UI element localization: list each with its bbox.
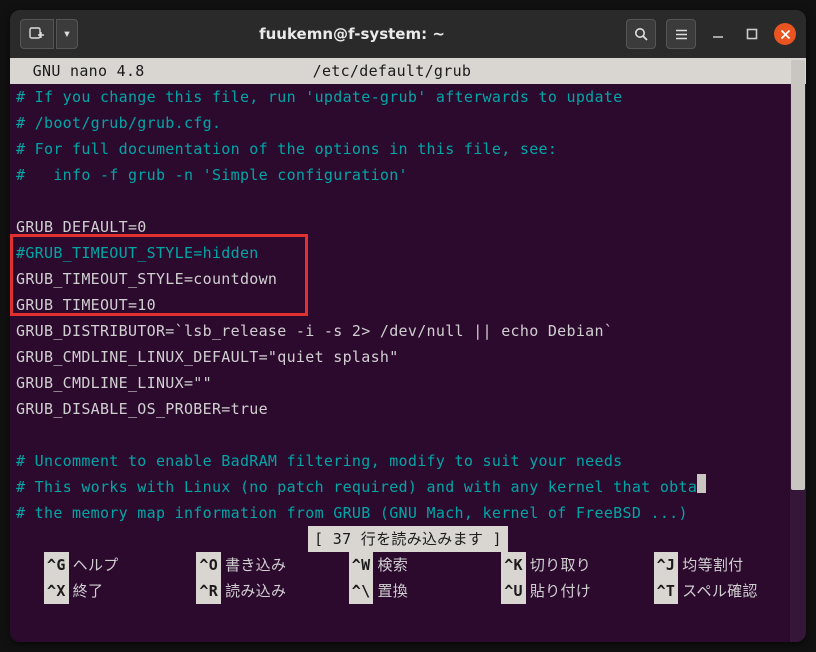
shortcut: ^\置換 xyxy=(349,578,495,604)
shortcut: ^O書き込み xyxy=(196,552,342,578)
shortcut: ^K切り取り xyxy=(501,552,647,578)
editor-line: # For full documentation of the options … xyxy=(16,136,800,162)
maximize-icon xyxy=(746,28,758,40)
hamburger-icon xyxy=(674,27,689,42)
maximize-button[interactable] xyxy=(740,22,764,46)
editor-line: GRUB_CMDLINE_LINUX_DEFAULT="quiet splash… xyxy=(16,344,800,370)
shortcut-label: ヘルプ xyxy=(73,552,119,578)
shortcut-key: ^G xyxy=(44,552,69,578)
editor-line: GRUB_TIMEOUT=10 xyxy=(16,292,800,318)
shortcut: ^R読み込み xyxy=(196,578,342,604)
truncation-indicator xyxy=(697,474,706,493)
shortcut-label: スペル確認 xyxy=(682,578,757,604)
shortcut: ^Tスペル確認 xyxy=(654,578,800,604)
shortcut-label: 書き込み xyxy=(225,552,286,578)
nano-message-row: [ 37 行を読み込みます ] xyxy=(16,526,800,552)
shortcut-key: ^X xyxy=(44,578,69,604)
shortcut: ^J均等割付 xyxy=(654,552,800,578)
nano-shortcuts: ^Gヘルプ^O書き込み^W検索^K切り取り^J均等割付^X終了^R読み込み^\置… xyxy=(16,552,800,606)
editor-line: # info -f grub -n 'Simple configuration' xyxy=(16,162,800,188)
scrollbar-thumb[interactable] xyxy=(791,60,805,490)
shortcut-key: ^O xyxy=(196,552,221,578)
editor-line xyxy=(16,422,800,448)
nano-version: GNU nano 4.8 xyxy=(14,62,145,80)
nano-message: [ 37 行を読み込みます ] xyxy=(308,526,508,552)
new-tab-button[interactable] xyxy=(20,19,54,49)
shortcut-label: 読み込み xyxy=(225,578,286,604)
terminal-area[interactable]: GNU nano 4.8 /etc/default/grub # If you … xyxy=(10,58,806,642)
editor-line: # /boot/grub/grub.cfg. xyxy=(16,110,800,136)
titlebar-right xyxy=(626,19,796,49)
scrollbar[interactable] xyxy=(790,58,806,642)
shortcut-label: 検索 xyxy=(377,552,408,578)
editor-line: # If you change this file, run 'update-g… xyxy=(16,84,800,110)
editor-line: #GRUB_TIMEOUT_STYLE=hidden xyxy=(16,240,800,266)
search-button[interactable] xyxy=(626,19,656,49)
shortcut-key: ^R xyxy=(196,578,221,604)
shortcut: ^W検索 xyxy=(349,552,495,578)
close-button[interactable] xyxy=(774,23,796,45)
nano-statusbar: GNU nano 4.8 /etc/default/grub xyxy=(10,58,806,84)
terminal-plus-icon xyxy=(29,26,45,42)
shortcut-key: ^J xyxy=(654,552,679,578)
shortcut-label: 置換 xyxy=(377,578,408,604)
editor-line xyxy=(16,188,800,214)
minimize-button[interactable] xyxy=(706,22,730,46)
minimize-icon xyxy=(712,28,724,40)
new-tab-dropdown[interactable]: ▾ xyxy=(56,19,78,49)
chevron-down-icon: ▾ xyxy=(63,26,71,42)
shortcut-key: ^U xyxy=(501,578,526,604)
shortcut-key: ^W xyxy=(349,552,374,578)
nano-filename: /etc/default/grub xyxy=(313,62,472,80)
close-icon xyxy=(780,29,791,40)
editor-line: GRUB_CMDLINE_LINUX="" xyxy=(16,370,800,396)
editor-line: GRUB_DISTRIBUTOR=`lsb_release -i -s 2> /… xyxy=(16,318,800,344)
editor-content[interactable]: # If you change this file, run 'update-g… xyxy=(16,84,800,526)
editor-line: # Uncomment to enable BadRAM filtering, … xyxy=(16,448,800,474)
editor-line: GRUB_TIMEOUT_STYLE=countdown xyxy=(16,266,800,292)
shortcut-key: ^T xyxy=(654,578,679,604)
shortcut-key: ^K xyxy=(501,552,526,578)
shortcut: ^U貼り付け xyxy=(501,578,647,604)
titlebar: ▾ fuukemn@f-system: ~ xyxy=(10,10,806,58)
shortcut: ^X終了 xyxy=(44,578,190,604)
editor-line: GRUB_DEFAULT=0 xyxy=(16,214,800,240)
menu-button[interactable] xyxy=(666,19,696,49)
window-title: fuukemn@f-system: ~ xyxy=(84,25,620,43)
shortcut-label: 切り取り xyxy=(530,552,591,578)
search-icon xyxy=(634,27,649,42)
shortcut-label: 均等割付 xyxy=(682,552,743,578)
terminal-window: ▾ fuukemn@f-system: ~ xyxy=(10,10,806,642)
editor-line: GRUB_DISABLE_OS_PROBER=true xyxy=(16,396,800,422)
editor-line: # the memory map information from GRUB (… xyxy=(16,500,800,526)
titlebar-left: ▾ xyxy=(20,19,78,49)
shortcut-label: 終了 xyxy=(73,578,104,604)
shortcut: ^Gヘルプ xyxy=(44,552,190,578)
shortcut-label: 貼り付け xyxy=(530,578,591,604)
shortcut-key: ^\ xyxy=(349,578,374,604)
editor-line: # This works with Linux (no patch requir… xyxy=(16,474,800,500)
